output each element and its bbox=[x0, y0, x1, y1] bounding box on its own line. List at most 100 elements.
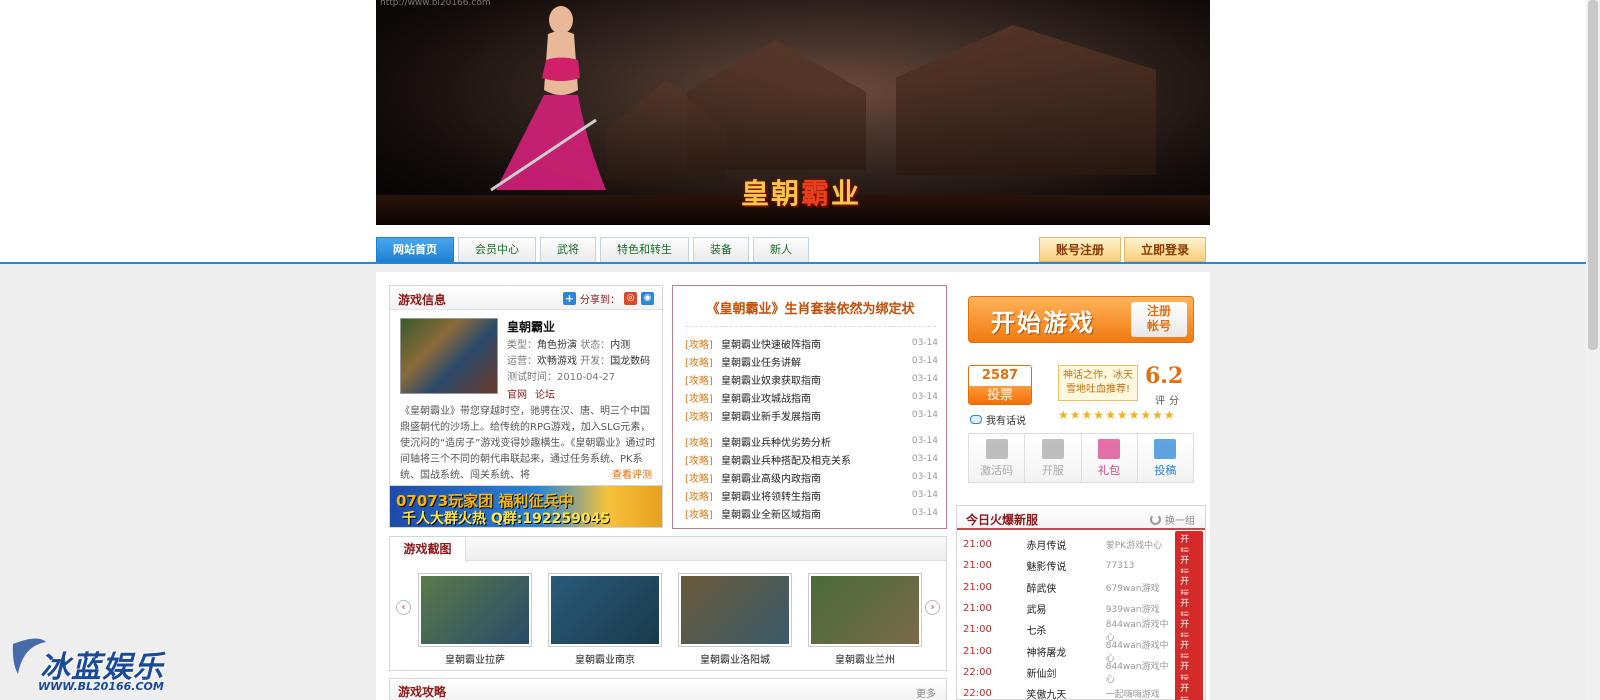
vote-widget[interactable]: 2587 投票 bbox=[968, 365, 1032, 405]
guides-list: [攻略] 皇朝霸业快速破阵指南 03-14 [攻略] 皇朝霸业任务讲解 03-14… bbox=[685, 334, 938, 522]
gift-pack-link[interactable]: 礼包 bbox=[1081, 434, 1138, 482]
official-site-link[interactable]: 官网 bbox=[507, 386, 527, 401]
guide-date: 03-14 bbox=[911, 410, 938, 420]
server-time: 22:00 bbox=[963, 688, 992, 700]
qzone-icon[interactable]: ◉ bbox=[641, 292, 654, 305]
guide-item[interactable]: [攻略] 皇朝霸业高级内政指南 03-14 bbox=[685, 468, 938, 486]
next-arrow-icon[interactable]: › bbox=[925, 600, 940, 615]
server-game[interactable]: 魅影传说 bbox=[1026, 558, 1105, 573]
game-links: 官网 论坛 bbox=[507, 386, 555, 401]
screenshot-caption[interactable]: 皇朝霸业洛阳城 bbox=[678, 651, 792, 666]
weibo-icon[interactable]: ◎ bbox=[624, 292, 637, 305]
guide-title[interactable]: 皇朝霸业兵种优劣势分析 bbox=[721, 434, 912, 449]
comment-link[interactable]: 我有话说 bbox=[970, 412, 1026, 427]
star-icon[interactable]: ★ bbox=[1164, 409, 1175, 421]
play-button[interactable]: 开玩 bbox=[1175, 679, 1203, 700]
screenshot-thumb[interactable] bbox=[808, 573, 922, 647]
screenshot-caption[interactable]: 皇朝霸业南京 bbox=[548, 651, 662, 666]
vote-button[interactable]: 投票 bbox=[969, 386, 1031, 404]
guide-title[interactable]: 皇朝霸业任务讲解 bbox=[721, 354, 912, 369]
more-link[interactable]: 更多 bbox=[916, 685, 936, 700]
server-operator: 844wan游戏中心 bbox=[1105, 662, 1169, 686]
guide-title[interactable]: 皇朝霸业攻城战指南 bbox=[721, 390, 912, 405]
review-quote: 神话之作，冰天 雪地吐血推荐! bbox=[1058, 365, 1138, 401]
guide-date: 03-14 bbox=[911, 392, 938, 402]
register-account-button[interactable]: 注册 帐号 bbox=[1131, 302, 1187, 337]
new-servers-title: 今日火爆新服 bbox=[966, 513, 1039, 527]
server-row: 21:00 魅影传说 77313 开玩 bbox=[963, 551, 1203, 580]
start-game-button[interactable]: 开始游戏 注册 帐号 bbox=[968, 296, 1194, 343]
nav-features[interactable]: 特色和转生 bbox=[600, 237, 689, 262]
nav-newbie[interactable]: 新人 bbox=[753, 237, 809, 262]
server-game[interactable]: 武易 bbox=[1026, 601, 1105, 616]
nav-home[interactable]: 网站首页 bbox=[376, 237, 454, 262]
star-icon[interactable]: ★ bbox=[1152, 409, 1163, 421]
nav-generals[interactable]: 武将 bbox=[540, 237, 596, 262]
server-open-label: 开服 bbox=[1041, 463, 1064, 477]
nav-equipment[interactable]: 装备 bbox=[693, 237, 749, 262]
guide-item[interactable]: [攻略] 皇朝霸业将领转生指南 03-14 bbox=[685, 486, 938, 504]
gift-pack-icon bbox=[1098, 438, 1121, 459]
plus-icon[interactable]: + bbox=[563, 292, 576, 305]
prev-arrow-icon[interactable]: ‹ bbox=[396, 600, 411, 615]
guide-item[interactable]: [攻略] 皇朝霸业兵种搭配及相克关系 03-14 bbox=[685, 450, 938, 468]
guide-title[interactable]: 皇朝霸业兵种搭配及相克关系 bbox=[721, 452, 912, 467]
server-open-link[interactable]: 开服 bbox=[1025, 434, 1082, 482]
guide-title[interactable]: 皇朝霸业高级内政指南 bbox=[721, 470, 912, 485]
server-time: 21:00 bbox=[963, 624, 992, 636]
star-icon[interactable]: ★ bbox=[1082, 409, 1093, 421]
guide-title[interactable]: 皇朝霸业奴隶获取指南 bbox=[721, 372, 912, 387]
guide-date: 03-14 bbox=[911, 338, 938, 348]
star-icon[interactable]: ★ bbox=[1140, 409, 1151, 421]
submit-link[interactable]: 投稿 bbox=[1137, 434, 1193, 482]
guide-item[interactable]: [攻略] 皇朝霸业快速破阵指南 03-14 bbox=[685, 334, 938, 352]
server-game[interactable]: 笑傲九天 bbox=[1026, 686, 1105, 700]
register-button[interactable]: 账号注册 bbox=[1039, 237, 1121, 262]
server-game[interactable]: 醉武侠 bbox=[1026, 580, 1105, 595]
screenshot-thumb[interactable] bbox=[418, 573, 532, 647]
nav-member-center[interactable]: 会员中心 bbox=[458, 237, 536, 262]
scrollbar-thumb[interactable] bbox=[1588, 0, 1598, 350]
guide-title[interactable]: 皇朝霸业全新区域指南 bbox=[721, 506, 912, 521]
star-icon[interactable]: ★ bbox=[1093, 409, 1104, 421]
guide-item[interactable]: [攻略] 皇朝霸业全新区域指南 03-14 bbox=[685, 504, 938, 522]
game-thumbnail[interactable] bbox=[400, 318, 498, 394]
guides-headline[interactable]: 《皇朝霸业》生肖套装依然为绑定状 bbox=[673, 298, 948, 317]
star-icon[interactable]: ★ bbox=[1058, 409, 1069, 421]
guide-item[interactable]: [攻略] 皇朝霸业奴隶获取指南 03-14 bbox=[685, 370, 938, 388]
guide-title[interactable]: 皇朝霸业将领转生指南 bbox=[721, 488, 912, 503]
screenshot-caption[interactable]: 皇朝霸业兰州 bbox=[808, 651, 922, 666]
star-icon[interactable]: ★ bbox=[1070, 409, 1081, 421]
banner-logo: 皇朝霸业 bbox=[741, 177, 862, 210]
guide-item[interactable]: [攻略] 皇朝霸业任务讲解 03-14 bbox=[685, 352, 938, 370]
guide-category: [攻略] bbox=[685, 375, 713, 387]
star-icon[interactable]: ★ bbox=[1129, 409, 1140, 421]
guide-item[interactable]: [攻略] 皇朝霸业新手发展指南 03-14 bbox=[685, 406, 938, 424]
guide-title[interactable]: 皇朝霸业快速破阵指南 bbox=[721, 336, 912, 351]
screenshot-thumb[interactable] bbox=[678, 573, 792, 647]
screenshot-caption[interactable]: 皇朝霸业拉萨 bbox=[418, 651, 532, 666]
promo-ad[interactable]: 07073玩家团 福利征兵中 千人大群火热 Q群:192259045 bbox=[389, 485, 663, 528]
screenshots-tab[interactable]: 游戏截图 bbox=[390, 537, 466, 562]
forum-link[interactable]: 论坛 bbox=[535, 386, 555, 401]
guide-date: 03-14 bbox=[911, 508, 938, 518]
server-row: 22:00 笑傲九天 一起嗨嗨游戏 开玩 bbox=[963, 679, 1203, 700]
server-operator: 爱PK游戏中心 bbox=[1105, 541, 1163, 552]
server-game[interactable]: 七杀 bbox=[1026, 622, 1105, 637]
star-icon[interactable]: ★ bbox=[1105, 409, 1116, 421]
guide-item[interactable]: [攻略] 皇朝霸业兵种优劣势分析 03-14 bbox=[685, 432, 938, 450]
view-review-link[interactable]: 查看评测 bbox=[612, 466, 652, 481]
activation-code-link[interactable]: 激活码 bbox=[969, 434, 1026, 482]
star-icon[interactable]: ★ bbox=[1117, 409, 1128, 421]
swap-button[interactable]: 换一组 bbox=[1150, 512, 1195, 527]
guide-item[interactable]: [攻略] 皇朝霸业攻城战指南 03-14 bbox=[685, 388, 938, 406]
screenshot-thumb[interactable] bbox=[548, 573, 662, 647]
login-button[interactable]: 立即登录 bbox=[1124, 237, 1206, 262]
share-bar: + 分享到： ◎ ◉ bbox=[563, 291, 654, 306]
server-game[interactable]: 新仙剑 bbox=[1026, 665, 1105, 680]
guide-title[interactable]: 皇朝霸业新手发展指南 bbox=[721, 408, 912, 423]
guide-date: 03-14 bbox=[911, 356, 938, 366]
server-game[interactable]: 神将屠龙 bbox=[1026, 644, 1105, 659]
server-game[interactable]: 赤月传说 bbox=[1026, 537, 1105, 552]
rating-stars[interactable]: ★ ★ ★ ★ ★ ★ ★ ★ ★ ★ bbox=[1058, 409, 1175, 421]
